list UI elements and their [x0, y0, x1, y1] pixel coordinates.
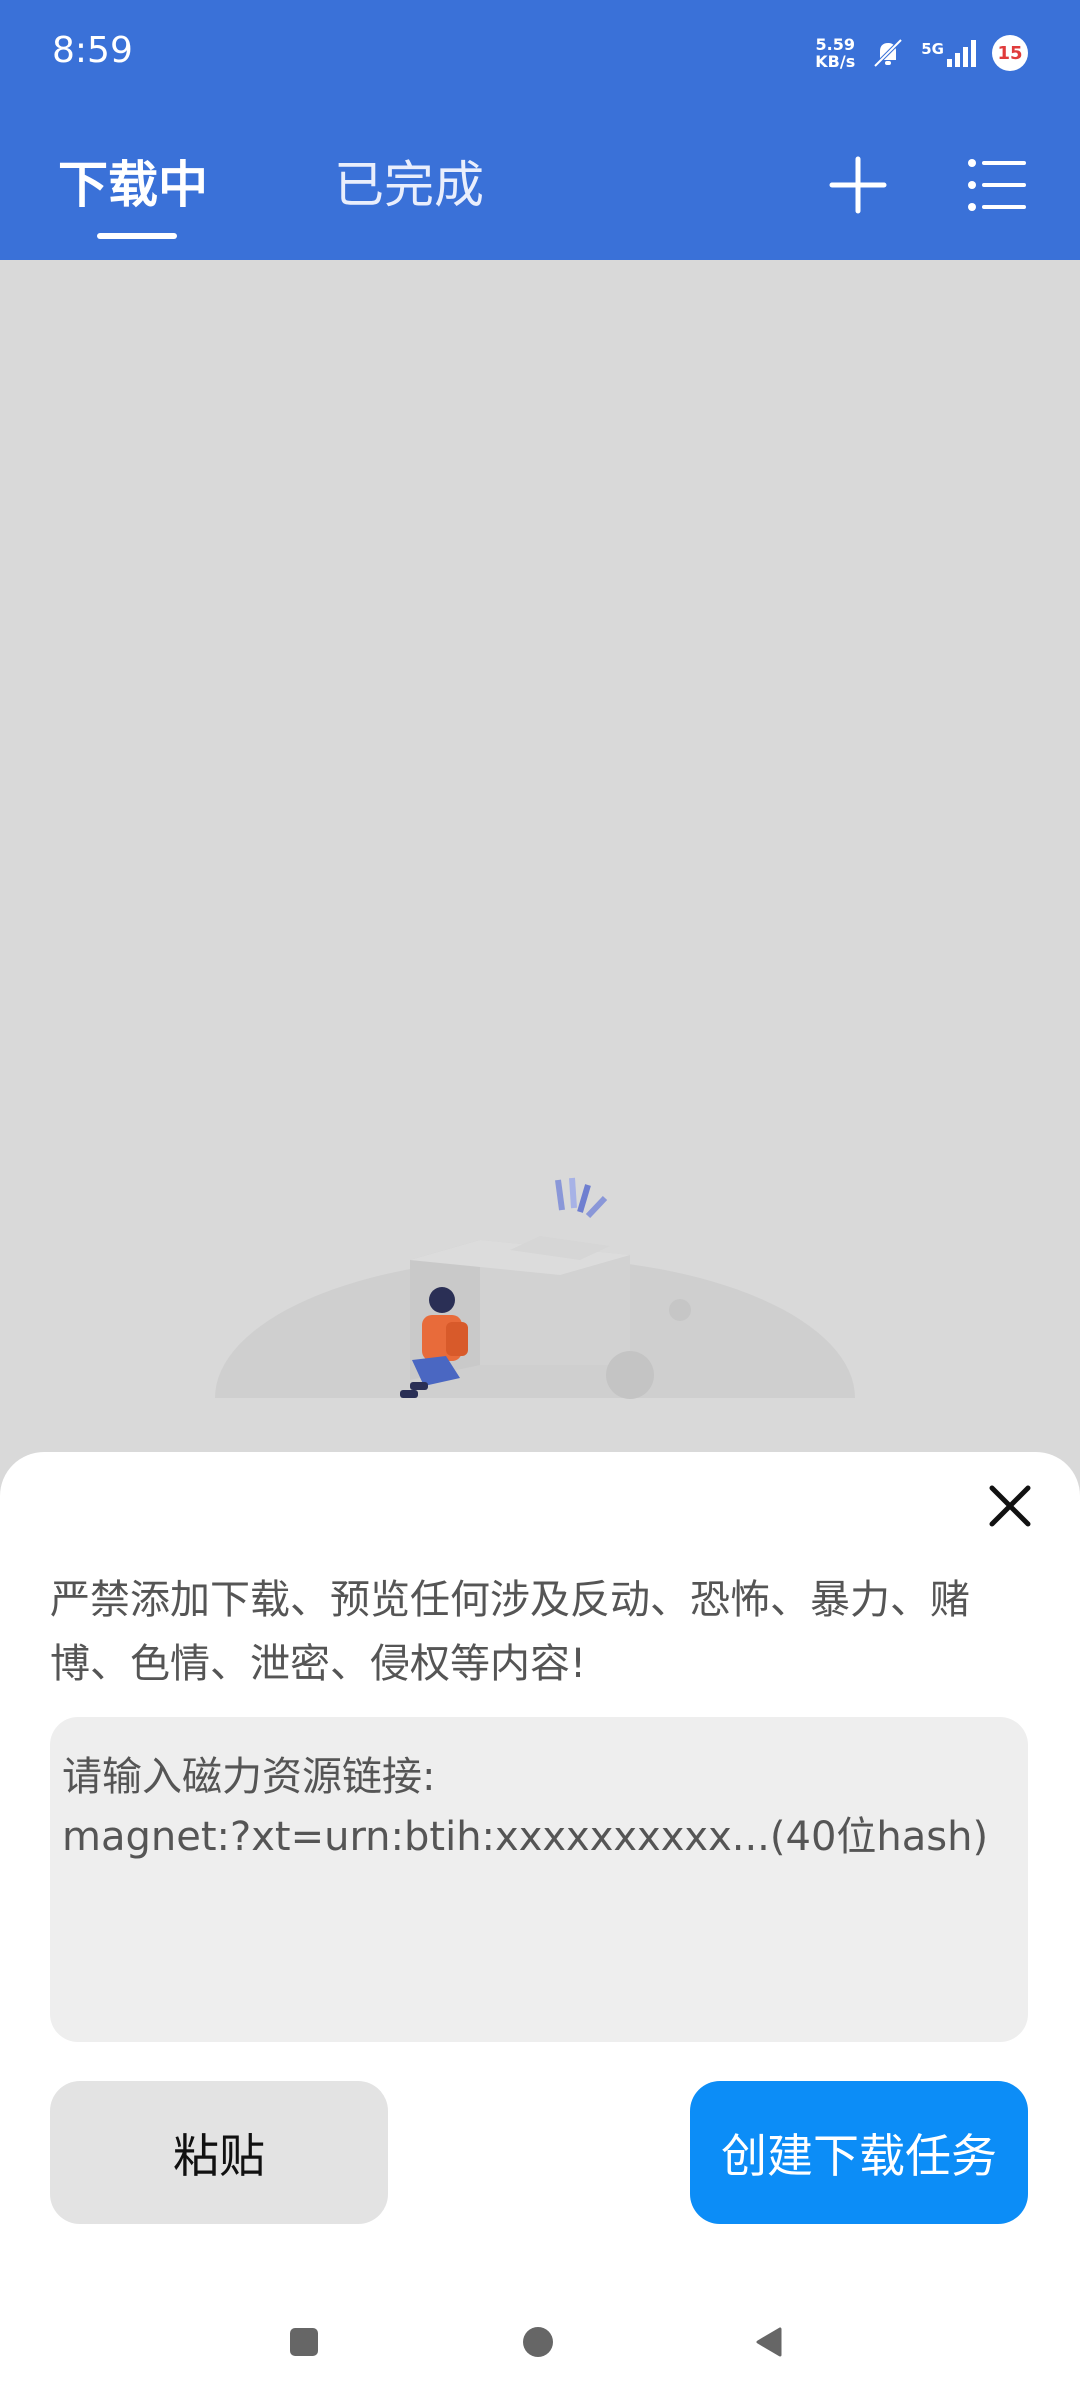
net-speed-unit: KB/s [815, 52, 856, 71]
recents-icon[interactable] [286, 2324, 322, 2360]
content-warning-notice: 严禁添加下载、预览任何涉及反动、恐怖、暴力、赌博、色情、泄密、侵权等内容! [50, 1577, 970, 1687]
empty-box-illustration [210, 1177, 860, 1410]
tab-completed[interactable]: 已完成 [334, 145, 484, 217]
back-icon[interactable] [752, 2324, 788, 2360]
magnet-link-placeholder: 请输入磁力资源链接: magnet:?xt=urn:btih:xxxxxxxxx… [62, 1754, 989, 1860]
list-menu-icon[interactable] [964, 153, 1028, 217]
active-tab-indicator [97, 233, 177, 239]
status-bar: 8:59 5.59 KB/s 5G 15 [0, 0, 1080, 105]
magnet-link-input[interactable]: 请输入磁力资源链接: magnet:?xt=urn:btih:xxxxxxxxx… [50, 1717, 1028, 2042]
app-bar: 下载中 已完成 [0, 105, 1080, 260]
status-icons: 5.59 KB/s 5G 15 [815, 28, 1028, 78]
download-list-empty [0, 260, 1080, 1450]
create-download-task-button[interactable]: 创建下载任务 [690, 2081, 1028, 2224]
add-magnet-sheet: 严禁添加下载、预览任何涉及反动、恐怖、暴力、赌博、色情、泄密、侵权等内容! 请输… [0, 1452, 1080, 2400]
network-type: 5G [921, 39, 944, 58]
status-time: 8:59 [52, 30, 133, 71]
home-icon[interactable] [520, 2324, 556, 2360]
signal-icon: 5G [921, 39, 976, 67]
net-speed: 5.59 KB/s [815, 36, 855, 70]
bell-muted-icon [873, 38, 903, 68]
close-icon[interactable] [982, 1478, 1038, 1534]
notification-count-badge: 15 [992, 35, 1028, 71]
paste-button[interactable]: 粘贴 [50, 2081, 388, 2224]
tab-downloading[interactable]: 下载中 [58, 145, 208, 217]
system-nav-bar [0, 2290, 1080, 2400]
add-icon[interactable] [826, 153, 890, 217]
net-speed-value: 5.59 [815, 35, 855, 54]
